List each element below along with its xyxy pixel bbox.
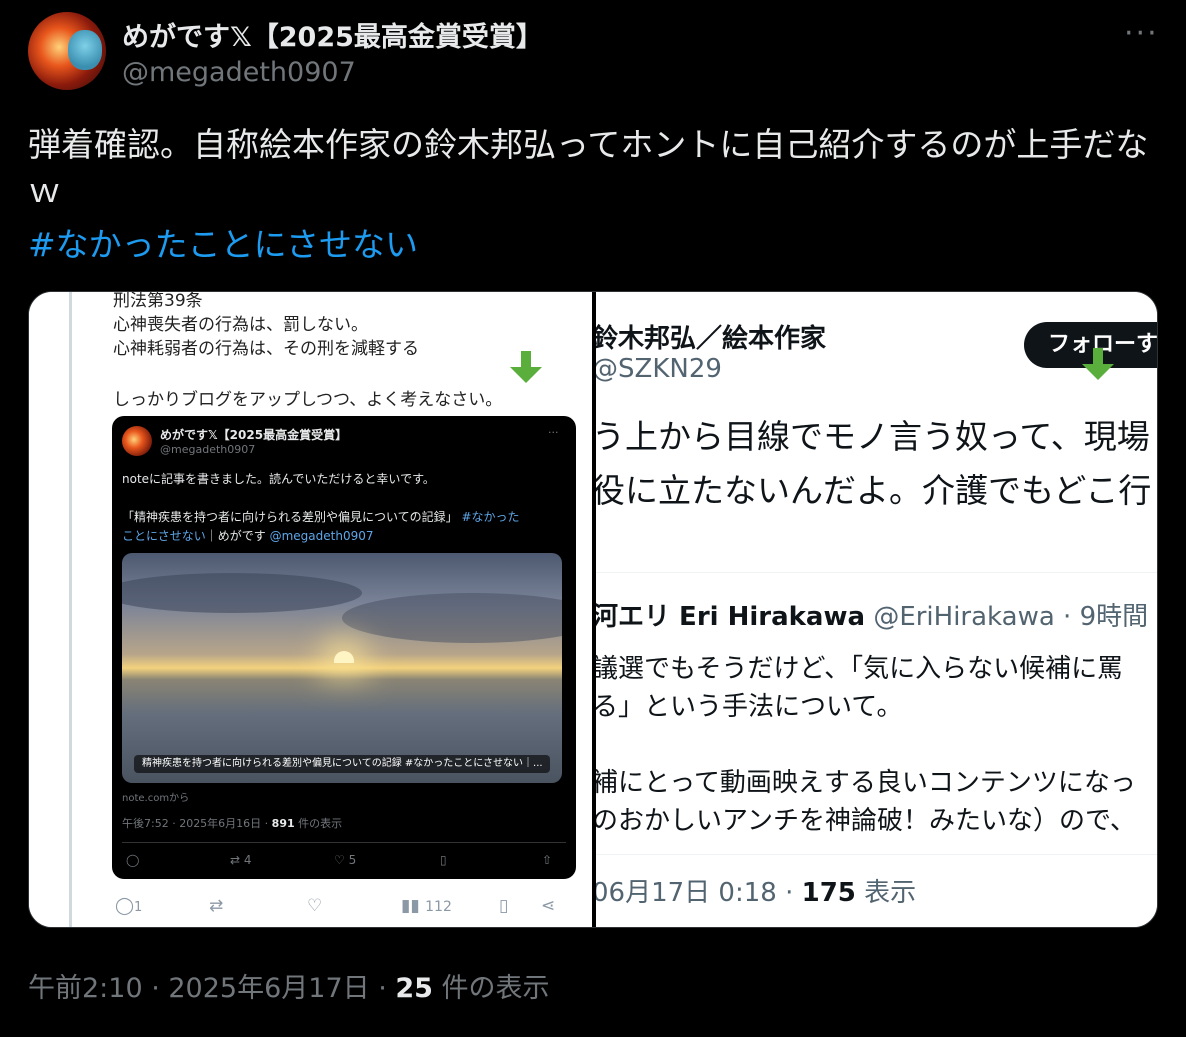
post-timestamp[interactable]: 午前2:10 · 2025年6月17日 · 25 件の表示 <box>28 966 550 1005</box>
post-text: 弾着確認。自称絵本作家の鈴木邦弘ってホントに自己紹介するのが上手だなｗ <box>28 125 1149 210</box>
author-name[interactable]: めがです𝕏【2025最高金賞受賞】 <box>122 15 543 54</box>
embed-author-handle: @megadeth0907 <box>160 443 256 456</box>
down-arrow-icon-right <box>1082 348 1114 380</box>
law-line-1: 心神喪失者の行為は、罰しない。 <box>113 315 368 335</box>
rp-author-handle: @SZKN29 <box>596 354 722 384</box>
rp-text-2: 役に立たないんだよ。介護でもどこ行 <box>596 471 1152 510</box>
law-title: 刑法第39条 <box>113 292 203 311</box>
embed-bookmark-icon: ▯ <box>440 853 447 867</box>
embed-author-name: めがです𝕏【2025最高金賞受賞】 <box>160 428 348 442</box>
share-icon: ⋖ <box>541 896 556 916</box>
embed-retweet-icon: ⇄ 4 <box>230 853 252 867</box>
embed-text-3: ことにさせない｜めがです @megadeth0907 <box>122 529 374 543</box>
more-options-icon[interactable]: ··· <box>1124 16 1159 51</box>
embed-like-icon: ♡ 5 <box>334 853 357 867</box>
down-arrow-icon <box>510 351 542 383</box>
embed-photo-caption: 精神疾患を持つ者に向けられる差別や偏見についての記録 #なかったことにさせない｜… <box>134 755 550 773</box>
quoted-header: 河エリ Eri Hirakawa @EriHirakawa · 9時間 <box>596 602 1149 632</box>
rp-text-1: う上から目線でモノ言う奴って、現場 <box>596 417 1150 456</box>
rp-author-name: 鈴木邦弘／絵本作家 <box>596 324 827 354</box>
views-count: 25 <box>395 973 433 1004</box>
views-icon: ▮▮ 112 <box>401 896 452 916</box>
left-screenshot: 刑法第39条 心神喪失者の行為は、罰しない。 心神耗弱者の行為は、その刑を減軽す… <box>29 292 594 927</box>
bookmark-icon: ▯ <box>499 896 509 916</box>
embed-meta: 午後7:52 · 2025年6月16日 · 891 件の表示 <box>122 817 343 830</box>
author-avatar[interactable] <box>28 12 106 90</box>
thread-line <box>69 292 72 927</box>
reply-icon: ◯1 <box>115 896 143 916</box>
quoted-text-4: のおかしいアンチを神論破！みたいな）ので、 <box>596 806 1136 836</box>
embed-text-1: noteに記事を書きました。読んでいただけると幸いです。 <box>122 472 435 486</box>
author-handle[interactable]: @megadeth0907 <box>122 57 356 88</box>
embedded-tweet: めがです𝕏【2025最高金賞受賞】 @megadeth0907 ··· note… <box>112 416 576 879</box>
attached-image[interactable]: 刑法第39条 心神喪失者の行為は、罰しない。 心神耗弱者の行為は、その刑を減軽す… <box>28 291 1158 928</box>
quoted-text-1: 議選でもそうだけど、「気に入らない候補に罵 <box>596 654 1124 684</box>
embed-sunset-photo: 精神疾患を持つ者に向けられる差別や偏見についての記録 #なかったことにさせない｜… <box>122 553 562 783</box>
embed-text-2: 「精神疾患を持つ者に向けられる差別や偏見についての記録」 #なかった <box>122 510 520 524</box>
hashtag-link[interactable]: #なかったことにさせない <box>28 218 418 266</box>
rp-meta: 06月17日 0:18 · 175 表示 <box>596 878 917 908</box>
embed-avatar <box>122 426 152 456</box>
embed-reply-icon: ◯ <box>126 853 140 867</box>
embed-more-icon: ··· <box>548 426 559 439</box>
law-line-2: 心神耗弱者の行為は、その刑を減軽する <box>113 339 419 359</box>
retweet-icon: ⇄ <box>209 896 224 916</box>
embed-share-icon: ⇧ <box>542 853 553 867</box>
embed-source: note.comから <box>122 793 190 804</box>
advice-line: しっかりブログをアップしつつ、よく考えなさい。 <box>113 390 503 410</box>
quoted-text-3: 補にとって動画映えする良いコンテンツになっ <box>596 768 1136 798</box>
quoted-text-2: る」という手法について。 <box>596 692 903 722</box>
like-icon: ♡ <box>307 896 323 916</box>
right-screenshot: 鈴木邦弘／絵本作家 @SZKN29 フォローす う上から目線でモノ言う奴って、現… <box>596 292 1157 927</box>
